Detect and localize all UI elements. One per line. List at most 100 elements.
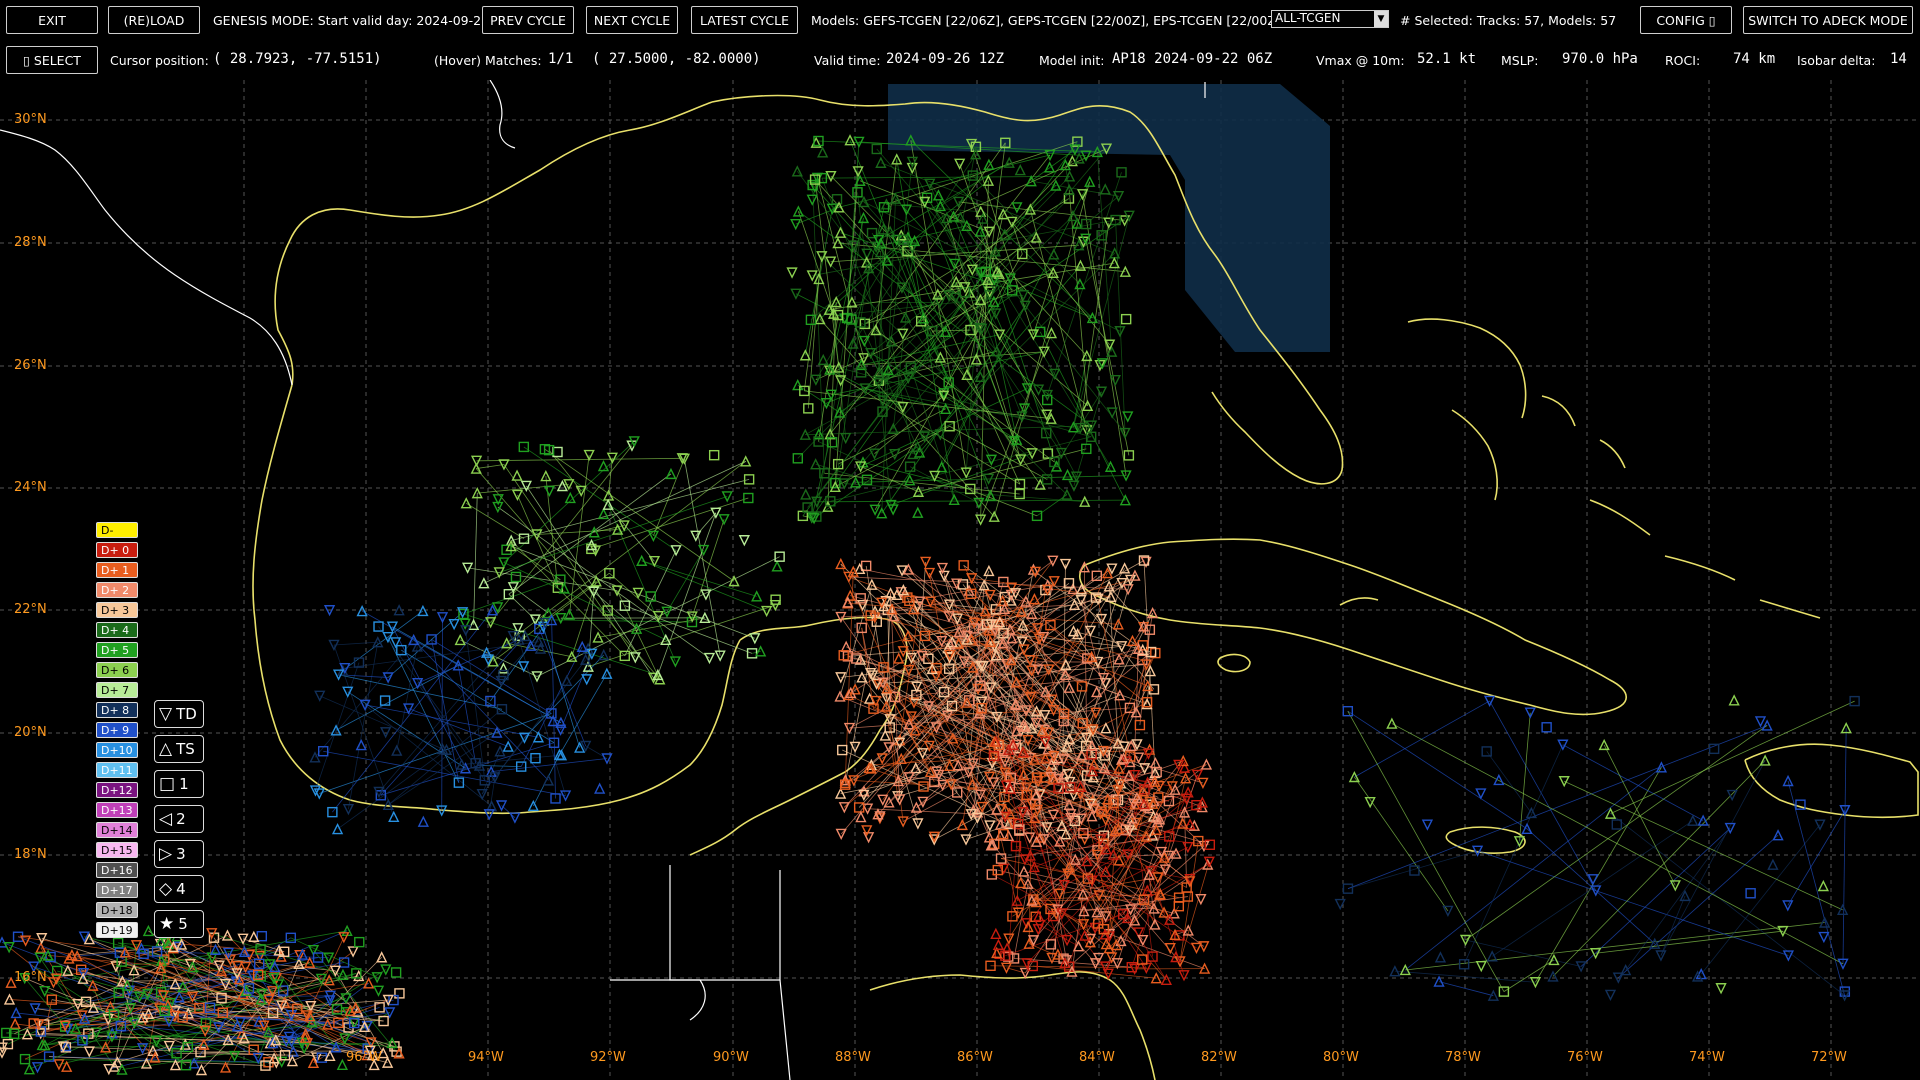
track-point-marker[interactable] bbox=[992, 938, 1005, 950]
lon-label: 94°W bbox=[468, 1050, 504, 1065]
track-point-marker[interactable] bbox=[1728, 694, 1740, 706]
hover-position: ( 27.5000, -82.0000) bbox=[592, 51, 761, 67]
track-point-marker[interactable] bbox=[1754, 716, 1767, 728]
intensity-symbol-icon: ◇ bbox=[159, 879, 173, 899]
lon-label: 72°W bbox=[1811, 1050, 1847, 1065]
track-point-marker[interactable] bbox=[1726, 789, 1738, 802]
track-point-marker[interactable] bbox=[543, 485, 556, 498]
legend-day-item: D+19 bbox=[96, 922, 138, 938]
track-point-marker[interactable] bbox=[991, 803, 1003, 815]
track-point-marker[interactable] bbox=[1043, 161, 1056, 173]
track-point-marker[interactable] bbox=[1434, 951, 1447, 963]
chevron-down-icon[interactable]: ▼ bbox=[1374, 11, 1388, 27]
track-point-marker[interactable] bbox=[83, 1046, 95, 1058]
track-point-marker[interactable] bbox=[771, 560, 783, 572]
track-point-marker[interactable] bbox=[831, 194, 843, 205]
track-segment bbox=[695, 512, 717, 537]
track-point-marker[interactable] bbox=[786, 267, 798, 279]
legend-day-item: D+ 6 bbox=[96, 662, 138, 678]
track-point-marker[interactable] bbox=[1493, 773, 1505, 786]
track-point-marker[interactable] bbox=[1817, 879, 1829, 892]
track-point-marker[interactable] bbox=[862, 832, 875, 844]
track-segment bbox=[466, 502, 525, 540]
track-point-marker[interactable] bbox=[23, 1063, 35, 1075]
track-point-marker[interactable] bbox=[1011, 202, 1023, 214]
track-point-marker[interactable] bbox=[1767, 858, 1779, 870]
switch-mode-button[interactable]: SWITCH TO ADECK MODE bbox=[1743, 6, 1913, 34]
track-point-marker[interactable] bbox=[1745, 888, 1756, 899]
track-point-marker[interactable] bbox=[1120, 313, 1132, 325]
track-point-marker[interactable] bbox=[394, 988, 405, 999]
track-point-marker[interactable] bbox=[806, 194, 818, 206]
model-select[interactable]: ALL-TCGEN ▼ bbox=[1271, 10, 1389, 28]
track-segment bbox=[1503, 959, 1555, 992]
track-segment bbox=[902, 792, 958, 822]
lon-label: 80°W bbox=[1323, 1050, 1359, 1065]
track-point-marker[interactable] bbox=[379, 695, 391, 706]
lat-label: 22°N bbox=[14, 602, 47, 617]
track-segment bbox=[666, 549, 704, 613]
track-point-marker[interactable] bbox=[552, 446, 563, 458]
track-point-marker[interactable] bbox=[1818, 931, 1830, 944]
track-point-marker[interactable] bbox=[372, 985, 385, 997]
track-point-marker[interactable] bbox=[897, 328, 909, 340]
track-point-marker[interactable] bbox=[256, 931, 268, 942]
track-point-marker[interactable] bbox=[738, 535, 750, 547]
legend-day-item: D+ 1 bbox=[96, 562, 138, 578]
track-point-marker[interactable] bbox=[1014, 164, 1026, 176]
map-canvas[interactable] bbox=[0, 80, 1920, 1080]
track-point-marker[interactable] bbox=[1041, 427, 1052, 439]
track-point-marker[interactable] bbox=[1715, 983, 1727, 995]
track-point-marker[interactable] bbox=[380, 727, 392, 739]
track-point-marker[interactable] bbox=[1015, 876, 1027, 889]
track-point-marker[interactable] bbox=[1421, 819, 1434, 831]
track-point-marker[interactable] bbox=[1109, 374, 1121, 387]
track-point-marker[interactable] bbox=[354, 936, 365, 948]
track-segment bbox=[497, 506, 710, 659]
track-point-marker[interactable] bbox=[912, 506, 924, 518]
track-segment bbox=[1405, 767, 1662, 971]
track-point-marker[interactable] bbox=[990, 927, 1002, 939]
track-point-marker[interactable] bbox=[842, 596, 854, 608]
track-point-marker[interactable] bbox=[597, 459, 610, 472]
track-point-marker[interactable] bbox=[511, 469, 523, 481]
track-point-marker[interactable] bbox=[1541, 722, 1552, 733]
track-point-marker[interactable] bbox=[708, 449, 720, 461]
track-point-marker[interactable] bbox=[800, 488, 812, 500]
hover-label: (Hover) Matches: bbox=[434, 53, 542, 68]
track-point-marker[interactable] bbox=[1106, 952, 1118, 964]
track-segment bbox=[1660, 895, 1686, 956]
track-point-marker[interactable] bbox=[448, 618, 460, 631]
legend-day-item: D+ 9 bbox=[96, 722, 138, 738]
track-point-marker[interactable] bbox=[893, 652, 905, 664]
track-point-marker[interactable] bbox=[861, 825, 873, 837]
track-point-marker[interactable] bbox=[976, 696, 988, 708]
select-button[interactable]: ▯ SELECT bbox=[6, 46, 98, 74]
track-point-marker[interactable] bbox=[1475, 960, 1487, 973]
track-segment bbox=[1096, 151, 1113, 352]
track-point-marker[interactable] bbox=[1061, 468, 1074, 481]
track-point-marker[interactable] bbox=[817, 146, 829, 158]
legend-day-item: D+ 3 bbox=[96, 602, 138, 618]
reload-button[interactable]: (RE)LOAD bbox=[108, 6, 200, 34]
config-button[interactable]: CONFIG ▯ bbox=[1640, 6, 1732, 34]
track-point-marker[interactable] bbox=[1164, 942, 1176, 955]
track-point-marker[interactable] bbox=[417, 815, 429, 827]
exit-button[interactable]: EXIT bbox=[6, 6, 98, 34]
track-point-marker[interactable] bbox=[390, 967, 402, 978]
track-point-marker[interactable] bbox=[1024, 832, 1036, 844]
prev-cycle-button[interactable]: PREV CYCLE bbox=[482, 6, 574, 34]
track-point-marker[interactable] bbox=[355, 738, 367, 751]
latest-cycle-button[interactable]: LATEST CYCLE bbox=[691, 6, 798, 34]
track-point-marker[interactable] bbox=[1604, 989, 1617, 1002]
track-point-marker[interactable] bbox=[581, 674, 593, 686]
track-point-marker[interactable] bbox=[497, 662, 510, 674]
model-init-value: AP18 2024-09-22 06Z bbox=[1112, 51, 1273, 67]
track-segment bbox=[518, 639, 566, 796]
track-point-marker[interactable] bbox=[1099, 183, 1111, 195]
track-point-marker[interactable] bbox=[594, 782, 606, 794]
next-cycle-button[interactable]: NEXT CYCLE bbox=[586, 6, 678, 34]
track-point-marker[interactable] bbox=[510, 571, 522, 583]
isobar-label: Isobar delta: bbox=[1797, 53, 1876, 68]
track-segment bbox=[616, 590, 661, 680]
